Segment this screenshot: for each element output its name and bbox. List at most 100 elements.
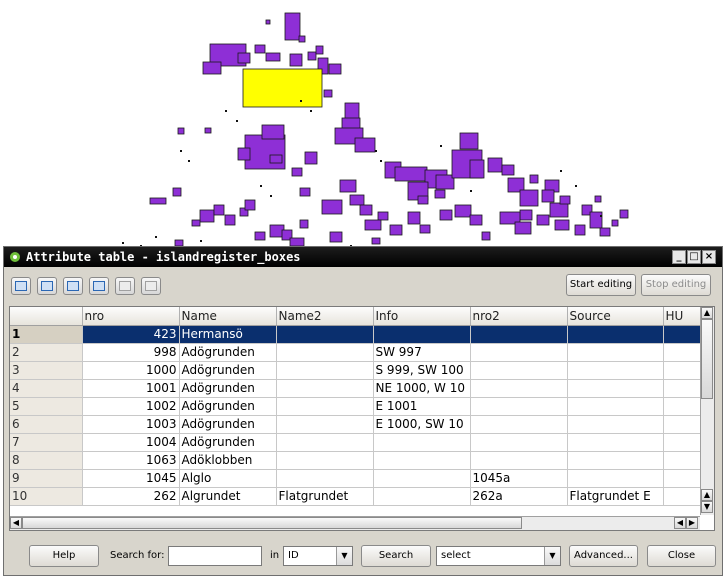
cell-name2[interactable] [276, 343, 374, 362]
table-row[interactable]: 5 1002 Adögrunden E 1001 [10, 397, 710, 416]
island-feature[interactable] [304, 151, 318, 165]
cell-source[interactable] [567, 361, 664, 380]
island-feature[interactable] [519, 209, 533, 221]
cell-source[interactable] [567, 325, 664, 344]
island-feature[interactable] [559, 195, 571, 205]
cell-nro[interactable]: 1000 [82, 361, 180, 380]
table-row[interactable]: 7 1004 Adögrunden [10, 433, 710, 452]
island-feature[interactable] [265, 52, 281, 62]
island-feature[interactable] [199, 209, 215, 223]
island-feature[interactable] [536, 214, 550, 226]
cell-name2[interactable]: Flatgrundet [276, 487, 374, 506]
cell-name2[interactable] [276, 361, 374, 380]
scroll-left-icon[interactable]: ◀ [674, 517, 686, 529]
row-header[interactable]: 9 [10, 469, 83, 488]
cell-nro2[interactable]: 1045a [470, 469, 568, 488]
cell-nro[interactable]: 1004 [82, 433, 180, 452]
island-feature[interactable] [244, 199, 256, 211]
cell-info[interactable]: SW 997 [373, 343, 471, 362]
cell-name[interactable]: Adögrunden [179, 361, 277, 380]
cell-nro2[interactable] [470, 397, 568, 416]
island-feature[interactable] [594, 195, 602, 203]
window-titlebar[interactable]: Attribute table - islandregister_boxes _… [4, 247, 722, 267]
cell-nro2[interactable] [470, 433, 568, 452]
island-feature[interactable] [389, 224, 403, 236]
start-editing-button[interactable]: Start editing [566, 274, 636, 296]
island-feature[interactable] [481, 231, 491, 241]
island-feature[interactable] [364, 219, 382, 231]
island-feature[interactable] [377, 211, 389, 221]
cell-nro2[interactable] [470, 343, 568, 362]
corner-header[interactable] [10, 307, 83, 326]
island-feature[interactable] [349, 194, 365, 206]
cell-info[interactable] [373, 469, 471, 488]
cell-info[interactable]: E 1001 [373, 397, 471, 416]
minimize-icon[interactable]: _ [672, 250, 686, 264]
close-button[interactable]: Close [647, 545, 716, 567]
island-feature[interactable] [434, 189, 446, 199]
column-header[interactable]: nro [82, 307, 180, 326]
table-row[interactable]: 2 998 Adögrunden SW 997 [10, 343, 710, 362]
row-header[interactable]: 4 [10, 379, 83, 398]
field-select[interactable]: ID ▼ [283, 546, 353, 566]
island-feature[interactable] [459, 132, 479, 150]
row-header[interactable]: 1 [10, 325, 83, 344]
column-header[interactable]: nro2 [470, 307, 568, 326]
invert-selection-icon[interactable] [63, 277, 83, 295]
cell-name2[interactable] [276, 325, 374, 344]
island-feature[interactable] [354, 137, 376, 153]
cell-name[interactable]: Adögrunden [179, 397, 277, 416]
help-button[interactable]: Help [29, 545, 99, 567]
table-row[interactable]: 9 1045 Alglo 1045a [10, 469, 710, 488]
stop-editing-button[interactable]: Stop editing [641, 274, 711, 296]
cell-source[interactable] [567, 415, 664, 434]
island-feature[interactable] [202, 61, 222, 75]
island-feature[interactable] [237, 52, 251, 64]
column-header[interactable]: Name2 [276, 307, 374, 326]
scroll-right-icon[interactable]: ▶ [686, 517, 698, 529]
island-feature[interactable] [299, 187, 311, 197]
close-icon[interactable]: × [702, 250, 716, 264]
island-feature[interactable] [284, 12, 301, 41]
island-feature[interactable] [344, 102, 360, 120]
cell-name2[interactable] [276, 469, 374, 488]
island-feature[interactable] [149, 197, 167, 205]
scroll-up-icon[interactable]: ▲ [701, 307, 713, 319]
table-row[interactable]: 3 1000 Adögrunden S 999, SW 100 [10, 361, 710, 380]
island-feature[interactable] [487, 157, 503, 173]
scroll-down-icon[interactable]: ▼ [701, 501, 713, 513]
cell-info[interactable]: S 999, SW 100 [373, 361, 471, 380]
cell-name2[interactable] [276, 451, 374, 470]
island-feature[interactable] [213, 204, 225, 216]
island-feature[interactable] [529, 174, 539, 184]
island-feature[interactable] [244, 134, 286, 170]
island-feature[interactable] [419, 224, 431, 234]
island-feature[interactable] [291, 167, 303, 177]
island-feature[interactable] [589, 211, 603, 229]
cell-nro[interactable]: 1001 [82, 379, 180, 398]
column-header[interactable]: Source [567, 307, 664, 326]
island-feature[interactable] [611, 219, 619, 227]
island-feature[interactable] [371, 237, 381, 245]
island-feature[interactable] [172, 187, 182, 197]
island-feature[interactable] [254, 231, 266, 241]
column-header[interactable]: Info [373, 307, 471, 326]
island-feature[interactable] [261, 124, 285, 140]
island-feature[interactable] [454, 204, 472, 218]
island-feature[interactable] [519, 189, 539, 207]
table-row[interactable]: 8 1063 Adöklobben [10, 451, 710, 470]
cell-name2[interactable] [276, 379, 374, 398]
cell-name[interactable]: Adögrunden [179, 343, 277, 362]
cell-nro[interactable]: 262 [82, 487, 180, 506]
cell-info[interactable] [373, 487, 471, 506]
cell-info[interactable]: NE 1000, W 10 [373, 379, 471, 398]
cell-nro2[interactable] [470, 415, 568, 434]
island-feature[interactable] [554, 219, 570, 231]
cell-nro[interactable]: 1063 [82, 451, 180, 470]
map-canvas[interactable] [0, 0, 725, 246]
row-header[interactable]: 10 [10, 487, 83, 506]
island-feature[interactable] [177, 127, 185, 135]
table-row[interactable]: 6 1003 Adögrunden E 1000, SW 10 [10, 415, 710, 434]
table-row[interactable]: 1 423 Hermansö [10, 325, 710, 344]
remove-selection-icon[interactable] [11, 277, 31, 295]
